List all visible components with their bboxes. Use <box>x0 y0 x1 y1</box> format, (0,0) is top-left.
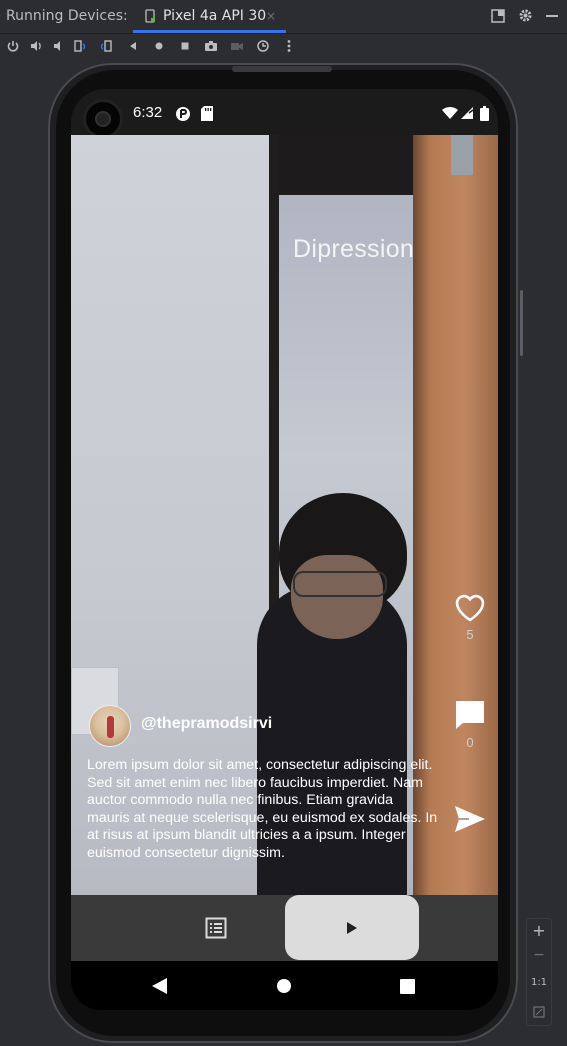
back-icon[interactable] <box>126 39 140 53</box>
video-frame-person-face <box>291 555 383 639</box>
power-icon[interactable] <box>6 39 20 53</box>
comment-icon[interactable] <box>454 699 486 731</box>
avatar[interactable] <box>89 705 131 747</box>
play-button[interactable] <box>285 895 419 960</box>
status-time: 6:32 <box>133 104 163 121</box>
comment-count: 0 <box>466 735 474 750</box>
device-screen[interactable]: 6:32 Dipression @thepramodsirvi Lorem ip… <box>71 89 498 1010</box>
scrollbar-thumb[interactable] <box>520 290 523 356</box>
heart-icon[interactable] <box>454 593 486 623</box>
post-caption: Lorem ipsum dolor sit amet, consectetur … <box>87 757 438 861</box>
notification-app-icon <box>176 107 190 121</box>
volume-down-icon[interactable] <box>51 39 65 53</box>
close-tab-icon[interactable]: × <box>266 9 276 23</box>
video-frame-shadow <box>279 135 413 195</box>
like-action[interactable]: 5 <box>453 593 487 642</box>
volume-up-icon[interactable] <box>29 39 43 53</box>
screen-record-icon[interactable] <box>230 39 244 53</box>
comment-action[interactable]: 0 <box>453 699 487 750</box>
share-action[interactable] <box>453 805 487 837</box>
nav-back-icon[interactable] <box>151 977 169 995</box>
phone-speaker <box>232 66 332 72</box>
zoom-in-button[interactable]: + <box>527 921 551 940</box>
video-frame-glasses <box>293 571 387 597</box>
send-icon[interactable] <box>454 805 486 833</box>
snapshot-icon[interactable] <box>256 39 270 53</box>
rotate-right-icon[interactable] <box>99 39 113 53</box>
list-icon[interactable] <box>205 917 227 939</box>
battery-icon <box>480 106 489 121</box>
zoom-controls: + − 1:1 <box>526 918 552 1026</box>
nav-home-icon[interactable] <box>277 979 291 993</box>
ide-tab-bar: Running Devices: Pixel 4a API 30 × <box>0 0 567 34</box>
layout-icon[interactable] <box>491 8 507 24</box>
app-bottom-bar <box>71 895 498 961</box>
wifi-icon <box>442 106 458 119</box>
more-icon[interactable] <box>282 39 296 53</box>
overview-icon[interactable] <box>178 39 192 53</box>
video-frame-hinge <box>451 135 473 175</box>
device-tab-label: Pixel 4a API 30 <box>163 8 267 24</box>
emulator-toolbar <box>0 34 567 58</box>
zoom-actual-size-button[interactable]: 1:1 <box>527 977 551 988</box>
status-bar: 6:32 <box>71 89 498 136</box>
cellular-signal-icon <box>461 107 474 119</box>
android-nav-bar <box>71 961 498 1010</box>
video-player[interactable]: Dipression @thepramodsirvi Lorem ipsum d… <box>71 135 498 895</box>
rotate-left-icon[interactable] <box>73 39 87 53</box>
front-camera <box>86 102 120 136</box>
video-title: Dipression <box>293 235 415 263</box>
device-tab[interactable]: Pixel 4a API 30 × <box>133 0 286 33</box>
screenshot-icon[interactable] <box>204 39 218 53</box>
username[interactable]: @thepramodsirvi <box>141 715 272 733</box>
play-icon <box>347 922 357 934</box>
zoom-out-button[interactable]: − <box>527 947 551 963</box>
nav-recents-icon[interactable] <box>400 979 415 994</box>
device-icon <box>145 9 155 23</box>
zoom-fit-icon[interactable] <box>527 1003 551 1022</box>
running-devices-title: Running Devices: <box>6 8 128 24</box>
minimize-icon[interactable] <box>545 8 561 24</box>
like-count: 5 <box>466 627 474 642</box>
gear-icon[interactable] <box>518 8 534 24</box>
sd-card-icon <box>201 106 213 121</box>
home-icon[interactable] <box>152 39 166 53</box>
